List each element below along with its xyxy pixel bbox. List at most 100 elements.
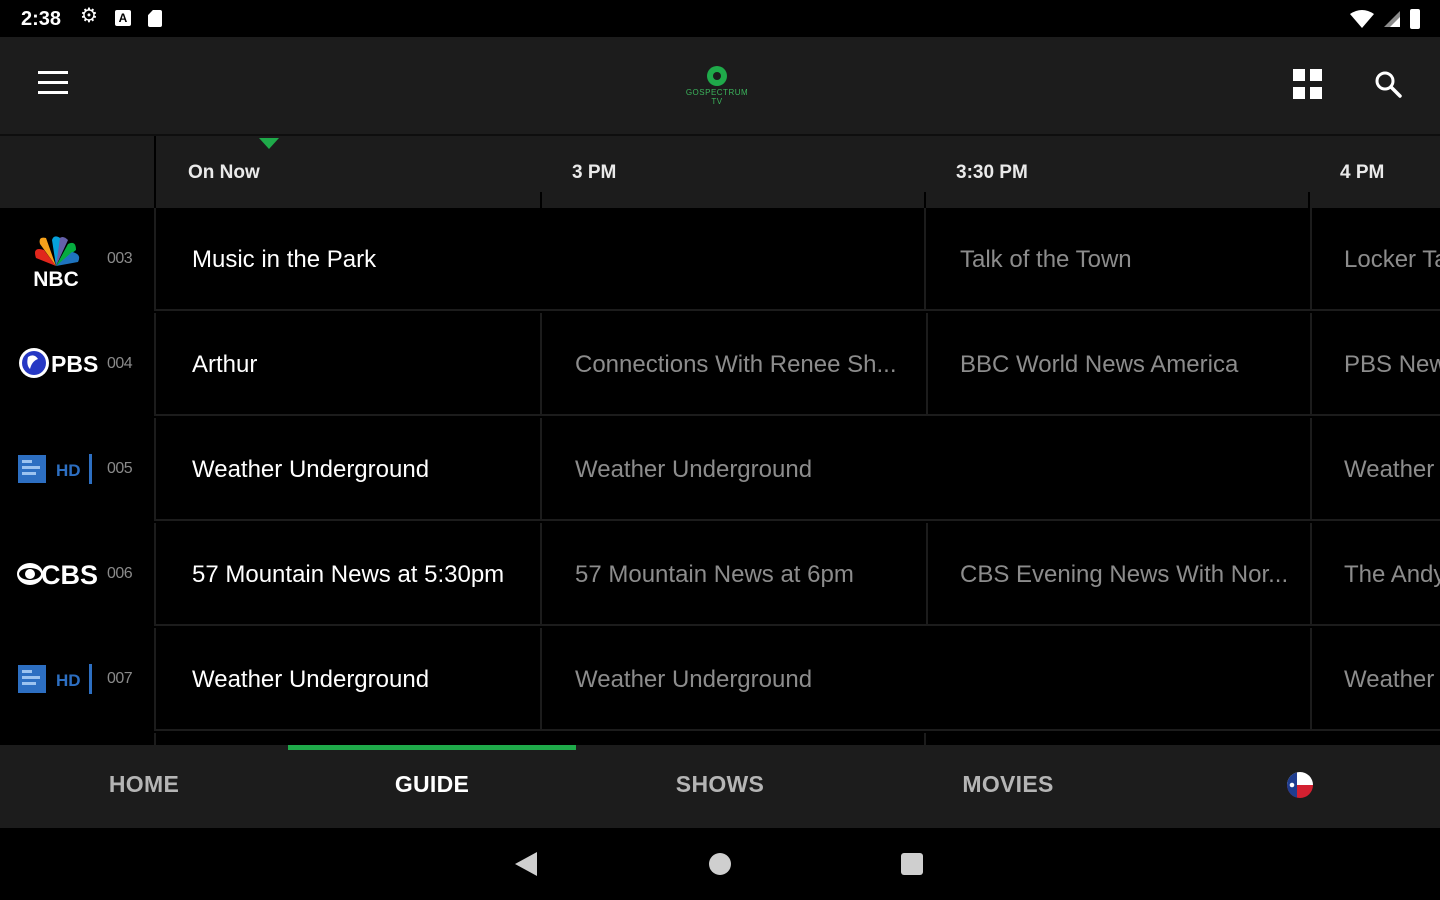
program-title: 57 Mountain News at 6pm [575, 561, 854, 588]
a-notification-icon: A [115, 10, 131, 26]
nbc-logo-icon: NBC [33, 236, 80, 288]
time-header-corner [0, 136, 156, 210]
cbs-logo-icon: CBS [17, 560, 98, 590]
program-title: Weather Underground [575, 666, 813, 693]
channel-cell[interactable]: HD 005 [0, 418, 156, 521]
program-title: Weather [1344, 456, 1435, 483]
program-title: The Andy [1344, 561, 1440, 588]
program-title: Talk of the Town [960, 246, 1132, 273]
program-cell[interactable]: PBS New [1312, 313, 1440, 416]
program-title: Music in the Park [192, 246, 377, 273]
program-title: PBS New [1344, 351, 1440, 378]
app-bar: GOSPECTRUM TV [0, 37, 1440, 134]
tab-movies[interactable]: MOVIES [864, 745, 1152, 828]
texas-flag-icon[interactable] [1287, 772, 1313, 798]
program-cell[interactable]: 57 Mountain News at 6pm [544, 523, 928, 626]
program-title: Locker Ta [1344, 246, 1440, 273]
status-right-icons [1350, 9, 1420, 29]
guide-grid: NBC 003 Music in the Park Talk of the To… [0, 208, 1440, 745]
tab-home[interactable]: HOME [0, 745, 288, 828]
grid-view-icon [1293, 69, 1305, 81]
channel-cell[interactable]: PBS 004 [0, 313, 156, 416]
time-slot-label: On Now [188, 162, 260, 183]
time-slot-label: 3 PM [572, 162, 617, 183]
time-header: On Now 3 PM 3:30 PM 4 PM [0, 134, 1440, 210]
channel-number: 003 [107, 250, 133, 267]
program-cell[interactable]: Weather Underground [158, 418, 542, 521]
active-tab-indicator [288, 745, 576, 750]
time-slot-label: 4 PM [1340, 162, 1385, 183]
program-title: Weather Underground [192, 666, 430, 693]
system-nav-bar [0, 828, 1440, 900]
menu-icon-line [38, 91, 68, 94]
channel-number: 006 [107, 565, 133, 582]
channel-cell[interactable]: CBS 006 [0, 523, 156, 626]
tab-label: GUIDE [394, 771, 470, 797]
program-cell[interactable]: Weather [1312, 418, 1440, 521]
search-icon[interactable] [1372, 68, 1404, 100]
program-cell[interactable]: Locker Ta [1312, 208, 1440, 311]
weather-channel-logo-icon: HD [18, 664, 92, 694]
program-title: Connections With Renee Sh... [575, 351, 897, 378]
program-cell[interactable]: Weather [1312, 628, 1440, 731]
cbs-logo-text: CBS [41, 560, 98, 590]
bottom-nav: HOME GUIDE SHOWS MOVIES [0, 745, 1440, 828]
program-cell[interactable] [158, 733, 926, 745]
guide-row: NBC 003 Music in the Park Talk of the To… [0, 208, 1440, 311]
program-cell[interactable]: 57 Mountain News at 5:30pm [158, 523, 542, 626]
grid-view-icon [1310, 69, 1322, 81]
hd-logo-text: HD [56, 461, 81, 480]
battery-icon [1410, 9, 1420, 29]
channel-cell[interactable]: NBC 003 [0, 208, 156, 311]
logo-icon [707, 66, 727, 86]
guide-row: HD 005 Weather Underground Weather Under… [0, 418, 1440, 521]
program-cell[interactable]: Connections With Renee Sh... [544, 313, 928, 416]
grid-view-button[interactable] [1293, 69, 1323, 99]
menu-icon-line [38, 81, 68, 84]
tab-shows[interactable]: SHOWS [576, 745, 864, 828]
program-title: BBC World News America [960, 351, 1239, 378]
back-icon[interactable] [515, 852, 537, 876]
program-title: Weather [1344, 666, 1435, 693]
channel-cell[interactable]: HD 007 [0, 628, 156, 731]
program-title: 57 Mountain News at 5:30pm [192, 561, 505, 588]
channel-number: 007 [107, 670, 133, 687]
grid-view-icon [1293, 86, 1305, 99]
hd-logo-text: HD [56, 671, 81, 690]
program-cell[interactable]: Weather Underground [158, 628, 542, 731]
tab-label: MOVIES [962, 771, 1054, 797]
tab-label: SHOWS [675, 771, 765, 797]
home-icon[interactable] [709, 853, 731, 875]
program-cell[interactable]: Arthur [158, 313, 542, 416]
program-title: CBS Evening News With Nor... [960, 561, 1289, 588]
program-cell[interactable]: Music in the Park [158, 208, 926, 311]
program-cell[interactable]: CBS Evening News With Nor... [928, 523, 1312, 626]
time-slot: On Now [158, 136, 542, 210]
channel-number: 005 [107, 460, 133, 477]
menu-button[interactable] [38, 71, 70, 97]
program-title: Weather Underground [575, 456, 813, 483]
wifi-icon [1350, 10, 1374, 28]
guide-row-partial [0, 733, 1440, 745]
program-cell[interactable]: Weather Underground [544, 418, 1312, 521]
tab-label: HOME [108, 771, 180, 797]
channel-cell[interactable] [0, 733, 156, 745]
guide-row: CBS 006 57 Mountain News at 5:30pm 57 Mo… [0, 523, 1440, 626]
program-title: Weather Underground [192, 456, 430, 483]
nbc-logo-text: NBC [33, 268, 79, 288]
pbs-logo-icon: PBS [19, 348, 98, 378]
program-cell[interactable]: The Andy [1312, 523, 1440, 626]
sd-card-icon [148, 10, 162, 27]
program-cell[interactable]: Talk of the Town [928, 208, 1312, 311]
time-slot-label: 3:30 PM [956, 162, 1028, 183]
program-cell[interactable]: Weather Underground [544, 628, 1312, 731]
weather-channel-logo-icon: HD [18, 454, 92, 484]
app-logo: GOSPECTRUM TV [682, 66, 752, 106]
program-cell[interactable]: BBC World News America [928, 313, 1312, 416]
tab-guide[interactable]: GUIDE [288, 745, 576, 828]
logo-text: GOSPECTRUM TV [685, 88, 749, 106]
guide-row: HD 007 Weather Underground Weather Under… [0, 628, 1440, 731]
recent-apps-icon[interactable] [901, 853, 923, 875]
status-bar: 2:38 ⚙ A [0, 0, 1440, 37]
pbs-logo-text: PBS [51, 351, 98, 377]
